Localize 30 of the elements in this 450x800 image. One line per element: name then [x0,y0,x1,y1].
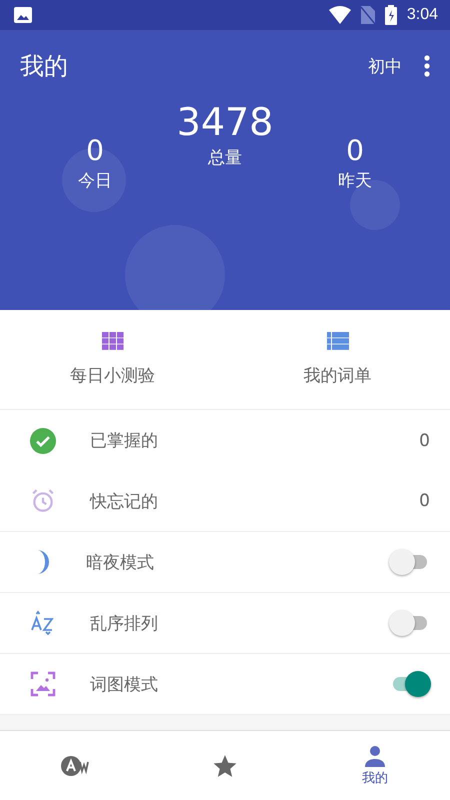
today-label: 今日 [78,170,112,192]
setting-label: 暗夜模式 [86,552,155,574]
setting-label: 快忘记的 [90,490,159,512]
person-icon [363,744,387,766]
count-value: 0 [419,491,430,511]
sort-icon [30,610,56,636]
setting-label: 词图模式 [90,674,159,696]
check-circle-icon [30,428,56,454]
battery-charging-icon [384,5,397,25]
status-time: 3:04 [406,6,438,24]
image-icon [14,7,32,23]
no-sim-icon [360,6,375,24]
list-icon [326,332,348,350]
image-icon [30,671,56,697]
yesterday-label: 昨天 [338,170,372,192]
star-icon [212,752,238,778]
setting-label: 乱序排列 [90,612,159,634]
total-label: 总量 [208,146,242,169]
wifi-icon [328,6,351,24]
total-count: 3478 [176,102,274,144]
count-value: 0 [419,430,430,450]
today-count: 0 [86,136,104,167]
setting-label: 已掌握的 [90,430,159,452]
grid-icon [102,332,124,350]
page-title: 我的 [20,51,69,82]
word-icon [60,754,90,776]
yesterday-count: 0 [346,136,364,167]
level-selector[interactable]: 初中 [368,54,402,78]
alarm-clock-icon [30,488,56,514]
more-options-icon[interactable] [424,55,430,77]
